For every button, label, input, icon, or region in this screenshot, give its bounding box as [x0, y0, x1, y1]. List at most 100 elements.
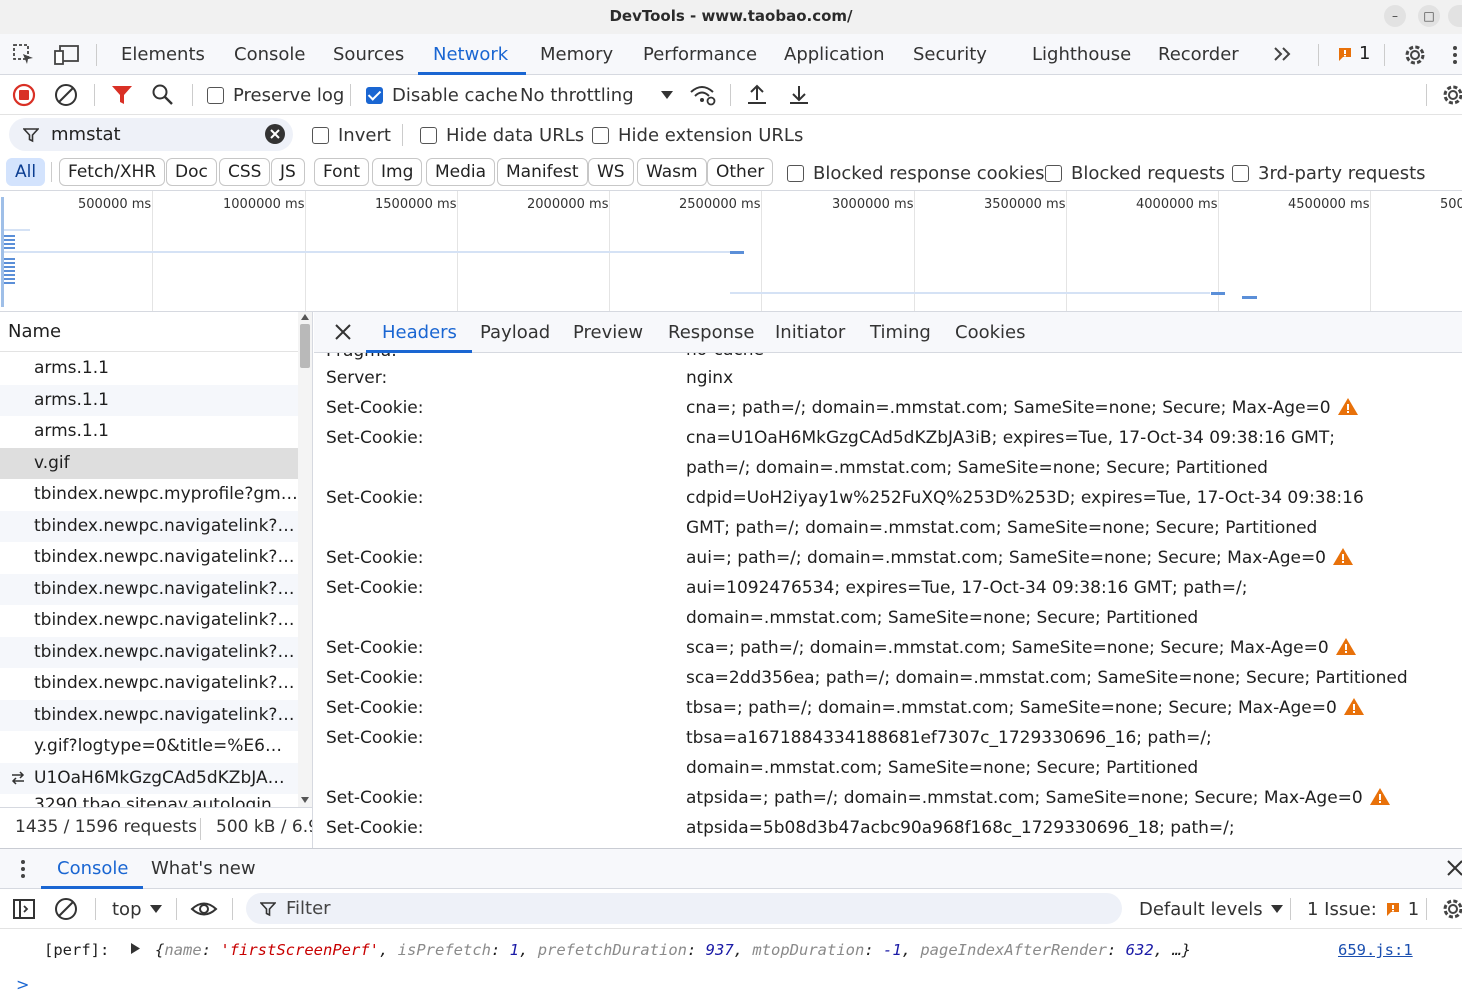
inspect-element-icon[interactable]: [12, 43, 36, 67]
warning-triangle-icon[interactable]: [1343, 696, 1365, 726]
disable-cache-checkbox[interactable]: Disable cache: [366, 75, 518, 115]
network-conditions-icon[interactable]: [689, 83, 717, 107]
issues-count[interactable]: 1: [1359, 43, 1370, 64]
name-column-header[interactable]: Name: [0, 312, 298, 352]
checkbox-unchecked[interactable]: [592, 126, 609, 144]
console-log-entry[interactable]: [perf]: {name: 'firstScreenPerf', isPref…: [44, 941, 1191, 959]
detail-tab-headers[interactable]: Headers: [366, 312, 472, 353]
close-detail-icon[interactable]: [334, 323, 352, 341]
type-chip-fetch-xhr[interactable]: Fetch/XHR: [59, 158, 166, 186]
more-tabs-icon[interactable]: [1272, 44, 1294, 64]
checkbox-unchecked[interactable]: [1232, 164, 1249, 182]
detail-tab-initiator[interactable]: Initiator: [775, 312, 845, 353]
warning-triangle-icon[interactable]: [1332, 546, 1354, 576]
throttling-select[interactable]: No throttling: [520, 75, 674, 115]
live-expression-eye-icon[interactable]: [190, 897, 218, 921]
type-chip-wasm[interactable]: Wasm: [637, 158, 707, 186]
request-row[interactable]: tbindex.newpc.myprofile?gm…: [0, 479, 298, 511]
network-settings-gear-icon[interactable]: [1440, 82, 1462, 108]
log-object-preview[interactable]: {name: 'firstScreenPerf', isPrefetch: 1,…: [155, 941, 1191, 959]
console-filter-input[interactable]: Filter: [246, 893, 1122, 924]
sidebar-toggle-icon[interactable]: [12, 897, 36, 921]
import-har-icon[interactable]: [746, 83, 768, 107]
export-har-icon[interactable]: [788, 83, 810, 107]
minimize-button[interactable]: –: [1384, 5, 1406, 27]
request-row[interactable]: arms.1.1: [0, 416, 298, 448]
checkbox-unchecked[interactable]: [787, 164, 804, 182]
detail-tab-payload[interactable]: Payload: [480, 312, 550, 353]
tab-memory[interactable]: Memory: [540, 34, 613, 75]
tab-application[interactable]: Application: [784, 34, 885, 75]
detail-tab-preview[interactable]: Preview: [573, 312, 643, 353]
scrollbar-thumb[interactable]: [300, 324, 310, 368]
close-drawer-icon[interactable]: [1447, 860, 1462, 876]
request-row[interactable]: tbindex.newpc.navigatelink?…: [0, 605, 298, 637]
tab-recorder[interactable]: Recorder: [1158, 34, 1239, 75]
request-row[interactable]: U1OaH6MkGzgCAd5dKZbJA…: [0, 762, 298, 794]
network-overview-timeline[interactable]: 500000 ms 1000000 ms 1500000 ms 2000000 …: [0, 191, 1462, 312]
preserve-log-checkbox[interactable]: Preserve log: [207, 75, 344, 115]
request-row[interactable]: tbindex.newpc.navigatelink?…: [0, 636, 298, 668]
stop-recording-icon[interactable]: [12, 83, 36, 107]
tab-performance[interactable]: Performance: [643, 34, 757, 75]
type-chip-ws[interactable]: WS: [588, 158, 634, 186]
type-chip-all[interactable]: All: [6, 158, 46, 186]
drawer-tab-whats-new[interactable]: What's new: [151, 849, 256, 889]
checkbox-unchecked[interactable]: [207, 86, 224, 104]
tab-sources[interactable]: Sources: [333, 34, 404, 75]
type-chip-js[interactable]: JS: [271, 158, 305, 186]
scroll-down-arrow-icon[interactable]: [301, 797, 309, 803]
clear-icon[interactable]: [54, 83, 78, 107]
filter-funnel-icon[interactable]: [110, 83, 134, 107]
more-options-icon[interactable]: [1452, 43, 1458, 67]
request-row[interactable]: tbindex.newpc.navigatelink?…: [0, 573, 298, 605]
expand-object-triangle-icon[interactable]: [130, 943, 140, 954]
request-row[interactable]: tbindex.newpc.navigatelink?…: [0, 542, 298, 574]
third-party-requests-checkbox[interactable]: 3rd-party requests: [1232, 155, 1426, 191]
log-source-link[interactable]: 659.js:1: [1338, 941, 1413, 959]
console-prompt[interactable]: >: [16, 975, 29, 991]
hide-data-urls-checkbox[interactable]: Hide data URLs: [420, 115, 584, 155]
console-issues-button[interactable]: 1 Issue: 1: [1307, 889, 1419, 929]
hide-extension-urls-checkbox[interactable]: Hide extension URLs: [592, 115, 803, 155]
type-chip-img[interactable]: Img: [372, 158, 423, 186]
search-icon[interactable]: [151, 83, 175, 107]
maximize-button[interactable]: □: [1418, 5, 1440, 27]
drawer-tab-console[interactable]: Console: [40, 849, 145, 889]
type-chip-doc[interactable]: Doc: [166, 158, 217, 186]
request-row[interactable]: tbindex.newpc.navigatelink?…: [0, 699, 298, 731]
checkbox-unchecked[interactable]: [312, 126, 329, 144]
blocked-response-cookies-checkbox[interactable]: Blocked response cookies: [787, 155, 1045, 191]
warning-triangle-icon[interactable]: [1369, 786, 1391, 816]
checkbox-checked[interactable]: [366, 86, 383, 104]
request-row[interactable]: arms.1.1: [0, 353, 298, 385]
tab-console[interactable]: Console: [234, 34, 305, 75]
blocked-requests-checkbox[interactable]: Blocked requests: [1045, 155, 1225, 191]
request-list-scrollbar[interactable]: [298, 312, 312, 807]
invert-checkbox[interactable]: Invert: [312, 115, 391, 155]
warning-triangle-icon[interactable]: [1335, 636, 1357, 666]
request-row[interactable]: 3290.tbao.sitenav.autologin…: [0, 794, 298, 807]
request-row-selected[interactable]: v.gif: [0, 447, 298, 479]
tab-lighthouse[interactable]: Lighthouse: [1032, 34, 1131, 75]
issues-badge-icon[interactable]: [1337, 46, 1353, 62]
checkbox-unchecked[interactable]: [1045, 164, 1062, 182]
request-row[interactable]: y.gif?logtype=0&title=%E6%…: [0, 731, 298, 763]
tab-network[interactable]: Network: [417, 34, 527, 75]
type-chip-css[interactable]: CSS: [219, 158, 271, 186]
tab-security[interactable]: Security: [913, 34, 987, 75]
detail-tab-response[interactable]: Response: [668, 312, 754, 353]
request-row[interactable]: tbindex.newpc.navigatelink?…: [0, 668, 298, 700]
clear-filter-icon[interactable]: [265, 124, 285, 144]
drawer-menu-icon[interactable]: [20, 858, 26, 880]
request-row[interactable]: tbindex.newpc.navigatelink?…: [0, 510, 298, 542]
settings-gear-icon[interactable]: [1402, 42, 1428, 68]
filter-input[interactable]: mmstat: [9, 118, 293, 151]
request-row[interactable]: arms.1.1: [0, 384, 298, 416]
type-chip-other[interactable]: Other: [707, 158, 774, 186]
log-levels-select[interactable]: Default levels: [1139, 889, 1283, 929]
warning-triangle-icon[interactable]: [1337, 396, 1359, 426]
type-chip-manifest[interactable]: Manifest: [497, 158, 588, 186]
scroll-up-arrow-icon[interactable]: [301, 314, 309, 320]
detail-tab-cookies[interactable]: Cookies: [955, 312, 1025, 353]
